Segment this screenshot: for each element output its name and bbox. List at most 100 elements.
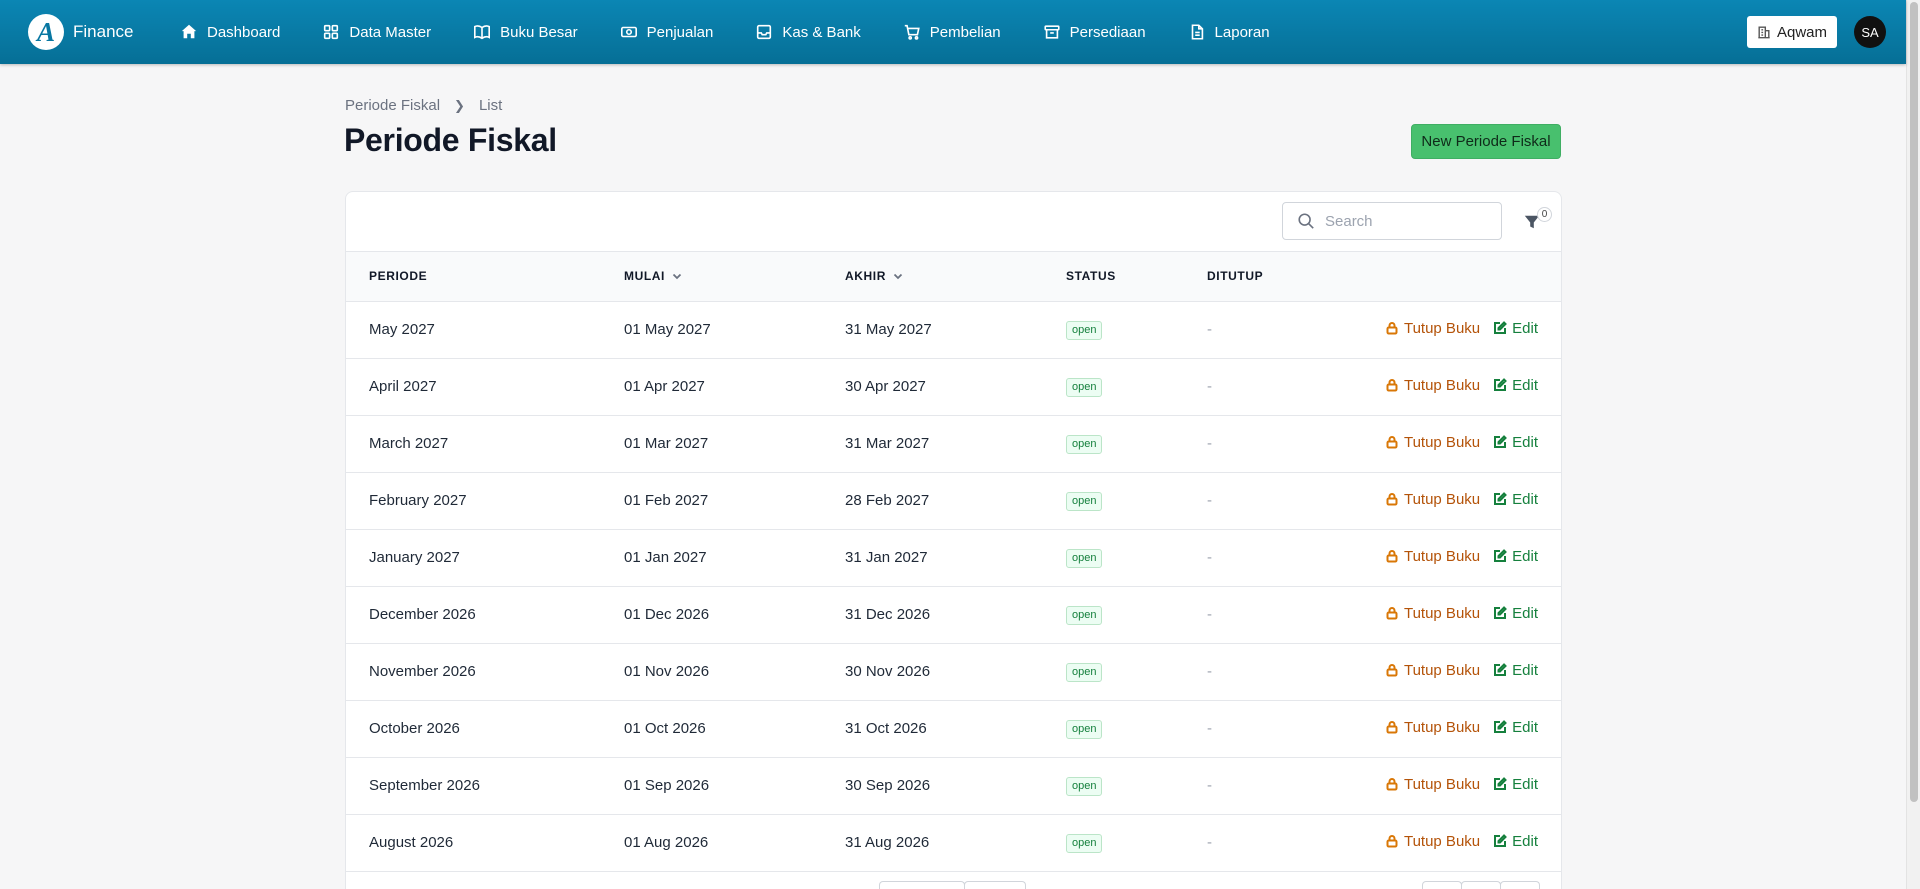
cell-periode: November 2026	[369, 663, 476, 680]
nav-item-buku-besar[interactable]: Buku Besar	[473, 23, 578, 41]
table-row: December 2026 01 Dec 2026 31 Dec 2026 open -…	[346, 586, 1561, 643]
edit-icon	[1494, 492, 1508, 506]
edit-icon	[1494, 606, 1508, 620]
action-label: Tutup Buku	[1403, 490, 1481, 508]
cell-akhir: 31 May 2027	[845, 321, 932, 338]
cash-icon	[620, 26, 637, 38]
cell-periode: December 2026	[369, 606, 476, 623]
edit-button[interactable]: Edit	[1493, 662, 1538, 679]
page-scrollbar[interactable]	[1906, 0, 1920, 889]
edit-button[interactable]: Edit	[1493, 776, 1538, 793]
tutup-buku-button[interactable]: Tutup Buku	[1385, 320, 1480, 337]
edit-button[interactable]: Edit	[1493, 719, 1538, 736]
nav-item-kas-bank[interactable]: Kas & Bank	[755, 23, 861, 41]
edit-button[interactable]: Edit	[1493, 605, 1538, 622]
pagination-prev-button[interactable]	[1422, 881, 1462, 889]
cell-akhir: 30 Nov 2026	[845, 663, 931, 680]
cart-icon	[904, 24, 920, 40]
edit-button[interactable]: Edit	[1493, 320, 1538, 337]
cell-ditutup: -	[1207, 606, 1212, 623]
cell-ditutup: -	[1207, 435, 1212, 452]
status-badge: open	[1066, 833, 1103, 853]
nav-item-penjualan[interactable]: Penjualan	[620, 23, 713, 41]
app-name: Finance	[73, 22, 134, 41]
lock-icon	[1386, 778, 1398, 791]
lock-icon	[1386, 607, 1398, 620]
action-label: Tutup Buku	[1403, 547, 1481, 565]
status-badge: open	[1066, 434, 1103, 454]
tutup-buku-button[interactable]: Tutup Buku	[1385, 605, 1480, 622]
app-logo: A	[28, 14, 64, 50]
tutup-buku-button[interactable]: Tutup Buku	[1385, 662, 1480, 679]
tutup-buku-button[interactable]: Tutup Buku	[1385, 377, 1480, 394]
tutup-buku-button[interactable]: Tutup Buku	[1385, 548, 1480, 565]
edit-icon	[1494, 777, 1508, 791]
nav-item-persediaan[interactable]: Persediaan	[1043, 23, 1146, 41]
nav-item-dashboard[interactable]: Dashboard	[180, 23, 280, 41]
periode-table-card: 0 PERIODE MULAI AKHIR STATUS DITUTUP May…	[345, 191, 1562, 889]
cell-akhir: 28 Feb 2027	[845, 492, 930, 509]
column-header-akhir[interactable]: AKHIR	[845, 252, 1066, 302]
new-periode-fiskal-button[interactable]: New Periode Fiskal	[1411, 124, 1561, 159]
cell-mulai: 01 Sep 2026	[624, 777, 710, 794]
tutup-buku-button[interactable]: Tutup Buku	[1385, 833, 1480, 850]
edit-button[interactable]: Edit	[1493, 548, 1538, 565]
pagination-per-page[interactable]	[879, 881, 965, 889]
column-header-periode: PERIODE	[346, 252, 624, 302]
status-badge: open	[1066, 491, 1103, 511]
cell-actions: Tutup Buku Edit	[1348, 586, 1561, 643]
chevron-down-icon	[672, 274, 682, 280]
edit-button[interactable]: Edit	[1493, 491, 1538, 508]
tutup-buku-button[interactable]: Tutup Buku	[1385, 434, 1480, 451]
cell-actions: Tutup Buku Edit	[1348, 301, 1561, 358]
cell-periode: September 2026	[369, 777, 480, 794]
action-label: Edit	[1512, 604, 1538, 622]
breadcrumb-parent-link[interactable]: Periode Fiskal	[345, 97, 440, 114]
user-avatar[interactable]: SA	[1854, 16, 1886, 48]
brand[interactable]: A Finance	[28, 14, 168, 50]
tutup-buku-button[interactable]: Tutup Buku	[1385, 776, 1480, 793]
table-header-row: PERIODE MULAI AKHIR STATUS DITUTUP	[346, 252, 1561, 302]
nav-item-pembelian[interactable]: Pembelian	[903, 23, 1001, 41]
cell-actions: Tutup Buku Edit	[1348, 757, 1561, 814]
filter-button[interactable]: 0	[1519, 207, 1552, 237]
search-box[interactable]	[1282, 202, 1502, 240]
cell-akhir: 31 Jan 2027	[845, 549, 928, 566]
edit-button[interactable]: Edit	[1493, 833, 1538, 850]
scrollbar-thumb[interactable]	[1910, 2, 1918, 802]
company-switcher-button[interactable]: Aqwam	[1746, 16, 1837, 48]
cell-mulai: 01 Aug 2026	[624, 834, 709, 851]
table-row: September 2026 01 Sep 2026 30 Sep 2026 open…	[346, 757, 1561, 814]
search-input[interactable]	[1325, 212, 1485, 230]
cell-status: open	[1066, 814, 1207, 871]
cell-mulai: 01 Dec 2026	[624, 606, 710, 623]
column-header-label: DITUTUP	[1207, 269, 1264, 284]
cell-mulai: 01 Apr 2027	[624, 378, 705, 395]
cell-ditutup: -	[1207, 549, 1212, 566]
edit-icon	[1494, 378, 1508, 392]
cell-ditutup: -	[1207, 663, 1212, 680]
inbox-icon	[757, 24, 772, 40]
column-header-mulai[interactable]: MULAI	[624, 252, 845, 302]
action-label: Tutup Buku	[1403, 319, 1481, 337]
cell-mulai: 01 Mar 2027	[624, 435, 709, 452]
nav-item-laporan[interactable]: Laporan	[1188, 23, 1270, 41]
nav-item-data-master[interactable]: Data Master	[322, 23, 431, 41]
tutup-buku-button[interactable]: Tutup Buku	[1385, 719, 1480, 736]
cell-status: open	[1066, 757, 1207, 814]
cell-status: open	[1066, 358, 1207, 415]
cell-akhir: 31 Aug 2026	[845, 834, 930, 851]
pagination-next-button[interactable]	[1500, 881, 1540, 889]
cell-periode: October 2026	[369, 720, 460, 737]
pagination-page-select[interactable]	[964, 881, 1026, 889]
cell-mulai: 01 May 2027	[624, 321, 711, 338]
edit-button[interactable]: Edit	[1493, 377, 1538, 394]
edit-button[interactable]: Edit	[1493, 434, 1538, 451]
action-label: Tutup Buku	[1403, 718, 1481, 736]
tutup-buku-button[interactable]: Tutup Buku	[1385, 491, 1480, 508]
column-header-actions	[1348, 252, 1561, 302]
action-label: Tutup Buku	[1403, 433, 1481, 451]
cell-status: open	[1066, 529, 1207, 586]
cell-periode: August 2026	[369, 834, 454, 851]
pagination-page-button[interactable]	[1461, 881, 1501, 889]
